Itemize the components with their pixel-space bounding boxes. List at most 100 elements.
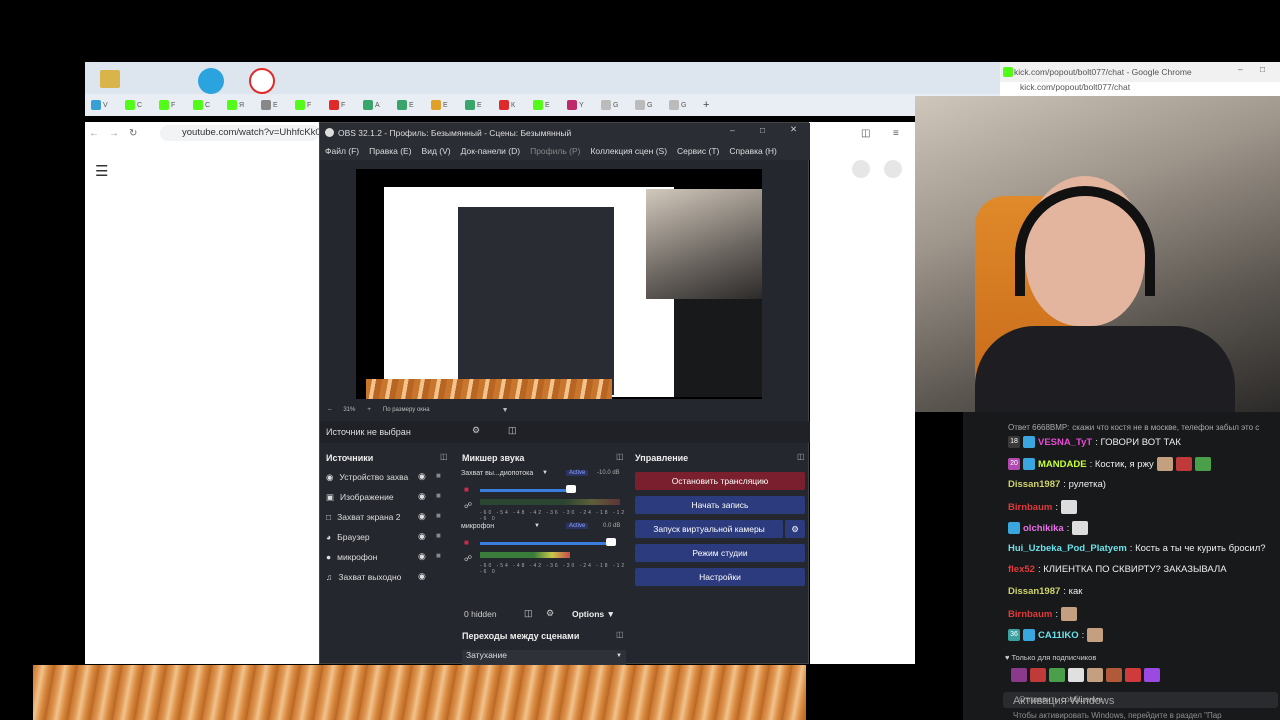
- virtual-camera-button[interactable]: Запуск виртуальной камеры: [635, 520, 783, 538]
- close-icon[interactable]: ✕: [790, 124, 797, 135]
- stop-streaming-button[interactable]: Остановить трансляцию: [635, 472, 805, 490]
- maximize-icon[interactable]: □: [1260, 64, 1265, 74]
- avatar[interactable]: [852, 160, 870, 178]
- lock-icon[interactable]: ■: [436, 491, 441, 500]
- lock-icon[interactable]: ■: [436, 471, 441, 480]
- eye-icon[interactable]: ◉: [418, 471, 426, 482]
- browser-tab[interactable]: К: [499, 98, 529, 112]
- source-item[interactable]: ▣ Изображение: [326, 489, 446, 505]
- obs-preview[interactable]: [356, 169, 762, 399]
- emote[interactable]: [1125, 668, 1141, 682]
- menu-profile[interactable]: Профиль (P): [530, 146, 580, 156]
- menu-tools[interactable]: Сервис (T): [677, 146, 719, 156]
- undock-icon[interactable]: ◫: [797, 452, 805, 461]
- minimize-icon[interactable]: –: [730, 125, 735, 135]
- gear-icon[interactable]: ⚙: [472, 425, 480, 436]
- browser-tab[interactable]: Я: [227, 98, 257, 112]
- studio-mode-button[interactable]: Режим студии: [635, 544, 805, 562]
- virtual-camera-settings-button[interactable]: ⚙: [785, 520, 805, 538]
- layout-icon[interactable]: ◫: [524, 608, 533, 619]
- avatar[interactable]: [884, 160, 902, 178]
- eye-icon[interactable]: ◉: [418, 511, 426, 522]
- browser-tab[interactable]: А: [363, 98, 393, 112]
- menu-file[interactable]: Файл (F): [325, 146, 359, 156]
- menu-docks[interactable]: Док-панели (D): [461, 146, 520, 156]
- volume-slider[interactable]: [480, 489, 570, 492]
- mute-icon[interactable]: ■: [464, 485, 469, 494]
- browser-tab[interactable]: Е: [465, 98, 495, 112]
- lock-icon[interactable]: ■: [436, 531, 441, 540]
- undock-icon[interactable]: ◫: [616, 630, 624, 639]
- emote[interactable]: [1030, 668, 1046, 682]
- headphones-icon[interactable]: ☍: [464, 554, 472, 563]
- browser-tab[interactable]: G: [601, 98, 631, 112]
- menu-help[interactable]: Справка (H): [729, 146, 777, 156]
- menu-view[interactable]: Вид (V): [422, 146, 451, 156]
- reload-icon[interactable]: ↻: [129, 128, 137, 139]
- fit-mode[interactable]: По размеру окна: [383, 407, 430, 413]
- chevron-down-icon[interactable]: ▼: [542, 470, 548, 476]
- menu-scene-collection[interactable]: Коллекция сцен (S): [590, 146, 667, 156]
- browser-tab[interactable]: Е: [397, 98, 427, 112]
- browser-tab[interactable]: G: [669, 98, 699, 112]
- browser-tab[interactable]: Y: [567, 98, 597, 112]
- browser-tab[interactable]: F: [329, 98, 359, 112]
- lock-icon[interactable]: ■: [436, 551, 441, 560]
- chat-username[interactable]: MANDADE: [1038, 459, 1087, 470]
- chat-username[interactable]: VESNA_TyT: [1038, 437, 1092, 448]
- mute-icon[interactable]: ■: [464, 538, 469, 547]
- source-item[interactable]: □ Захват экрана 2: [326, 509, 446, 525]
- source-item[interactable]: ♫ Захват выходно: [326, 569, 446, 585]
- chat-username[interactable]: Dissan1987: [1008, 586, 1060, 597]
- undock-icon[interactable]: ◫: [616, 452, 624, 461]
- start-recording-button[interactable]: Начать запись: [635, 496, 805, 514]
- undock-icon[interactable]: ◫: [440, 452, 448, 461]
- chat-username[interactable]: Birnbaum: [1008, 609, 1052, 620]
- menu-icon[interactable]: ≡: [893, 128, 899, 139]
- browser-tab[interactable]: Е: [533, 98, 563, 112]
- transition-select[interactable]: Затухание ▼: [462, 650, 626, 665]
- browser-tab[interactable]: С: [193, 98, 223, 112]
- source-item[interactable]: ◉ Устройство захва: [326, 469, 446, 485]
- chat-username[interactable]: flex52: [1008, 564, 1035, 575]
- lock-icon[interactable]: ■: [436, 511, 441, 520]
- chat-username[interactable]: Dissan1987: [1008, 479, 1060, 490]
- new-tab-icon[interactable]: +: [703, 99, 709, 111]
- back-icon[interactable]: ←: [89, 128, 99, 139]
- chat-username[interactable]: Hui_Uzbeka_Pod_Platyem: [1008, 543, 1127, 554]
- emote[interactable]: [1011, 668, 1027, 682]
- browser-tab[interactable]: G: [635, 98, 665, 112]
- volume-handle[interactable]: [606, 538, 616, 546]
- browser-tab[interactable]: V: [91, 98, 121, 112]
- forward-icon[interactable]: →: [109, 128, 119, 139]
- browser-tab[interactable]: Е: [431, 98, 461, 112]
- emote[interactable]: [1144, 668, 1160, 682]
- extensions-icon[interactable]: ◫: [861, 128, 870, 139]
- emote[interactable]: [1106, 668, 1122, 682]
- yandex-icon[interactable]: [249, 68, 275, 94]
- advanced-audio-icon[interactable]: ⚙: [546, 608, 554, 619]
- headphones-icon[interactable]: ☍: [464, 501, 472, 510]
- chat-username[interactable]: olchikika: [1023, 523, 1064, 534]
- volume-handle[interactable]: [566, 485, 576, 493]
- hamburger-icon[interactable]: ☰: [95, 162, 108, 180]
- browser-tab[interactable]: F: [159, 98, 189, 112]
- maximize-icon[interactable]: □: [760, 125, 765, 135]
- emote[interactable]: [1087, 668, 1103, 682]
- zoom-out-icon[interactable]: –: [328, 407, 331, 413]
- emote[interactable]: [1068, 668, 1084, 682]
- chevron-down-icon[interactable]: ▼: [534, 523, 540, 529]
- settings-button[interactable]: Настройки: [635, 568, 805, 586]
- filter-icon[interactable]: ◫: [508, 425, 517, 436]
- chat-username[interactable]: Birnbaum: [1008, 502, 1052, 513]
- chevron-down-icon[interactable]: ▼: [502, 407, 509, 414]
- eye-icon[interactable]: ◉: [418, 531, 426, 542]
- source-item[interactable]: ◕ Браузер: [326, 529, 446, 545]
- minimize-icon[interactable]: –: [1238, 64, 1243, 74]
- source-item[interactable]: ● микрофон: [326, 549, 446, 565]
- chat-username[interactable]: CA11IKO: [1038, 630, 1079, 641]
- emote[interactable]: [1049, 668, 1065, 682]
- options-button[interactable]: Options ▼: [572, 609, 615, 619]
- url-input[interactable]: youtube.com/watch?v=UhhfcKk0: [160, 125, 320, 141]
- eye-icon[interactable]: ◉: [418, 571, 426, 582]
